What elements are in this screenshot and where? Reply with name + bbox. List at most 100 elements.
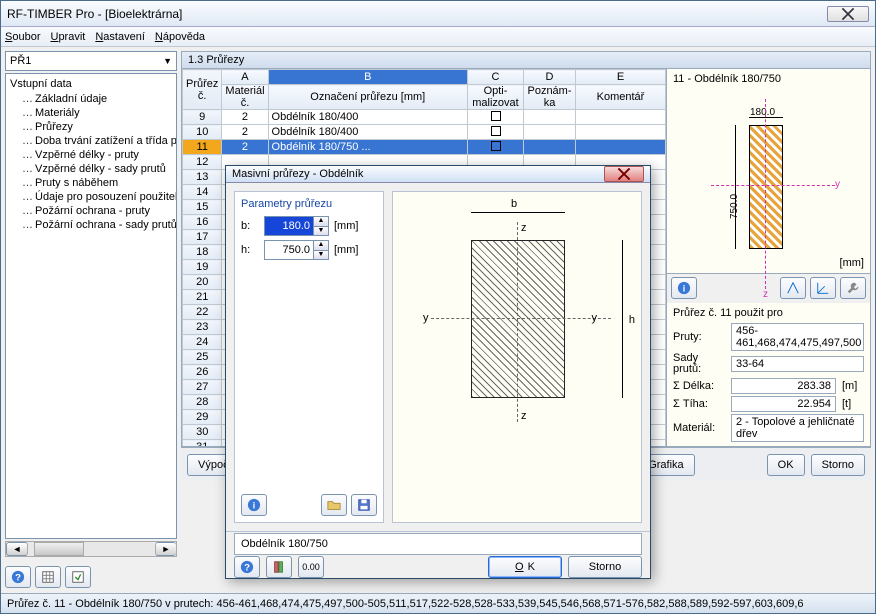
axes-button[interactable] xyxy=(810,277,836,299)
case-combo-value: PŘ1 xyxy=(10,55,31,67)
pruty-value: 456-461,468,474,475,497,500 xyxy=(731,323,864,351)
help-button[interactable]: ? xyxy=(5,566,31,588)
close-icon xyxy=(617,167,631,181)
h-input[interactable]: ▲▼ xyxy=(264,240,329,260)
menu-edit[interactable]: Upravit xyxy=(50,31,85,43)
axes-icon xyxy=(816,281,830,295)
preview-toolbar: i xyxy=(667,273,870,303)
titlebar: RF-TIMBER Pro - [Bioelektrárna] xyxy=(1,1,875,27)
status-text: Průřez č. 11 - Obdélník 180/750 v prutec… xyxy=(7,598,804,610)
table-row[interactable]: 112Obdélník 180/750 ... xyxy=(183,140,666,155)
book-icon xyxy=(272,560,286,574)
tree-item[interactable]: Vzpěrné délky - sady prutů xyxy=(6,162,176,176)
case-combo[interactable]: PŘ1 ▼ xyxy=(5,51,177,71)
spin-down-icon[interactable]: ▼ xyxy=(313,227,328,236)
preview-title: 11 - Obdélník 180/750 xyxy=(667,69,870,89)
help-icon: ? xyxy=(11,570,25,584)
dialog-library-button[interactable] xyxy=(266,556,292,578)
dialog-preview: b h y y z z xyxy=(392,191,642,523)
ok-button[interactable]: OK xyxy=(767,454,805,476)
dialog-open-button[interactable] xyxy=(321,494,347,516)
left-panel: PŘ1 ▼ Vstupní data Základní údaje Materi… xyxy=(5,51,177,591)
used-for-label: Průřez č. 11 použit pro xyxy=(673,307,864,319)
tree-item[interactable]: Doba trvání zatížení a třída pro xyxy=(6,134,176,148)
dialog-save-button[interactable] xyxy=(351,494,377,516)
nav-tree[interactable]: Vstupní data Základní údaje Materiály Pr… xyxy=(5,73,177,539)
dialog-titlebar: Masivní průřezy - Obdélník xyxy=(226,166,650,183)
tree-item[interactable]: Požární ochrana - pruty xyxy=(6,204,176,218)
scroll-thumb[interactable] xyxy=(34,542,84,556)
spin-up-icon[interactable]: ▲ xyxy=(313,217,328,227)
app-window: RF-TIMBER Pro - [Bioelektrárna] Soubor U… xyxy=(0,0,876,614)
side-preview: 11 - Obdélník 180/750 180.0 750.0 y z [m… xyxy=(666,69,870,446)
spin-up-icon[interactable]: ▲ xyxy=(313,241,328,251)
weight-value: 22.954 xyxy=(731,396,836,412)
tree-root[interactable]: Vstupní data xyxy=(6,76,176,92)
storno-button[interactable]: Storno xyxy=(811,454,865,476)
params-panel: Parametry průřezu b: ▲▼ [mm] h: ▲▼ [mm] … xyxy=(234,191,384,523)
menu-file[interactable]: Soubor xyxy=(5,31,40,43)
svg-text:?: ? xyxy=(15,573,21,584)
scroll-left-button[interactable]: ◄ xyxy=(6,542,28,556)
titlebar-text: RF-TIMBER Pro - [Bioelektrárna] xyxy=(7,7,827,21)
help-icon: ? xyxy=(240,560,254,574)
info-button[interactable]: i xyxy=(671,277,697,299)
scroll-right-button[interactable]: ► xyxy=(155,542,176,556)
preview-section xyxy=(749,125,783,249)
section-title: 1.3 Průřezy xyxy=(181,51,871,69)
length-value: 283.38 xyxy=(731,378,836,394)
menu-settings[interactable]: Nastavení xyxy=(95,31,145,43)
tree-item[interactable]: Údaje pro posouzení použitelno xyxy=(6,190,176,204)
tree-hscroll[interactable]: ◄ ► xyxy=(5,541,177,557)
tree-item[interactable]: Průřezy xyxy=(6,120,176,134)
dialog-help-button[interactable]: ? xyxy=(234,556,260,578)
sheet-in-icon xyxy=(71,570,85,584)
svg-text:?: ? xyxy=(244,562,250,573)
wrench-icon xyxy=(846,281,860,295)
dialog-ok-button[interactable]: OK xyxy=(488,556,562,578)
dialog-section-name: Obdélník 180/750 xyxy=(234,533,642,555)
table-row[interactable]: 92Obdélník 180/400 xyxy=(183,110,666,125)
params-title: Parametry průřezu xyxy=(241,198,377,210)
tool-button-2[interactable] xyxy=(65,566,91,588)
stress-button[interactable] xyxy=(780,277,806,299)
dialog-storno-button[interactable]: Storno xyxy=(568,556,642,578)
chevron-down-icon: ▼ xyxy=(163,56,172,66)
b-label: b: xyxy=(241,220,259,232)
disk-icon xyxy=(357,498,371,512)
tree-item[interactable]: Vzpěrné délky - pruty xyxy=(6,148,176,162)
tree-item[interactable]: Základní údaje xyxy=(6,92,176,106)
unit-label: [mm] xyxy=(840,257,864,269)
dialog-units-button[interactable]: 0.00 xyxy=(298,556,324,578)
table-row[interactable]: 102Obdélník 180/400 xyxy=(183,125,666,140)
tool-button-1[interactable] xyxy=(35,566,61,588)
statusbar: Průřez č. 11 - Obdélník 180/750 v prutec… xyxy=(1,593,875,613)
material-value: 2 - Topolové a jehličnaté dřev xyxy=(731,414,864,442)
close-icon xyxy=(841,7,855,21)
stress-icon xyxy=(786,281,800,295)
b-input[interactable]: ▲▼ xyxy=(264,216,329,236)
spin-down-icon[interactable]: ▼ xyxy=(313,251,328,260)
props-button[interactable] xyxy=(840,277,866,299)
tree-item[interactable]: Materiály xyxy=(6,106,176,120)
svg-text:i: i xyxy=(253,501,255,511)
info-icon: i xyxy=(677,281,691,295)
preview-canvas: 180.0 750.0 y z [mm] xyxy=(667,89,870,273)
close-button[interactable] xyxy=(827,6,869,22)
dialog-info-button[interactable]: i xyxy=(241,494,267,516)
folder-icon xyxy=(327,498,341,512)
menu-help[interactable]: Nápověda xyxy=(155,31,205,43)
tree-item[interactable]: Požární ochrana - sady prutů xyxy=(6,218,176,232)
dialog-close-button[interactable] xyxy=(604,166,644,182)
col-rownum: Průřez xyxy=(186,78,218,90)
section-dialog: Masivní průřezy - Obdélník Parametry prů… xyxy=(225,165,651,579)
dialog-title: Masivní průřezy - Obdélník xyxy=(232,168,363,180)
side-info: Průřez č. 11 použit pro Pruty:456-461,46… xyxy=(667,303,870,446)
info-icon: i xyxy=(247,498,261,512)
menubar: Soubor Upravit Nastavení Nápověda xyxy=(1,27,875,47)
sheet-icon xyxy=(41,570,55,584)
tree-item[interactable]: Pruty s náběhem xyxy=(6,176,176,190)
h-label: h: xyxy=(241,244,259,256)
svg-text:i: i xyxy=(683,284,685,294)
sady-value: 33-64 xyxy=(731,356,864,372)
